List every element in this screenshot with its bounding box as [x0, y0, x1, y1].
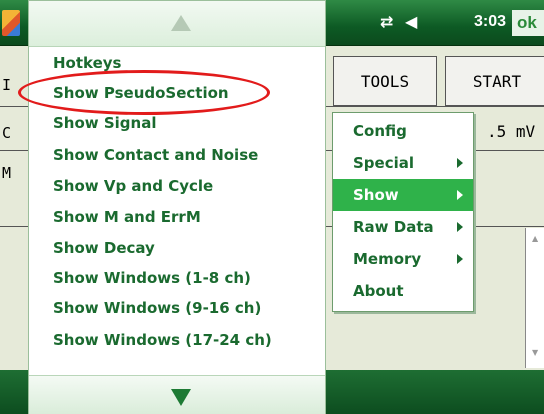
panel-scroll-up-icon[interactable]: ▲ [532, 234, 538, 243]
submenu-item-label: Config [353, 122, 407, 140]
panel-scroll-down-icon[interactable]: ▼ [532, 348, 538, 357]
submenu-item-label: Memory [353, 250, 422, 268]
chevron-right-icon [457, 190, 463, 200]
scroll-down-arrow-icon[interactable] [171, 389, 191, 406]
chevron-right-icon [457, 222, 463, 232]
submenu-item-label: Show [353, 186, 399, 204]
submenu-item-config[interactable]: Config [333, 115, 473, 147]
menu-item-show-decay[interactable]: Show Decay [53, 235, 155, 261]
submenu-item-memory[interactable]: Memory [333, 243, 473, 275]
show-menu: Hotkeys Show PseudoSection Show Signal S… [28, 0, 326, 414]
chevron-right-icon [457, 158, 463, 168]
scroll-up-arrow-icon[interactable] [171, 15, 191, 31]
left-label-2: C [2, 124, 12, 142]
clock[interactable]: 3:03 [474, 13, 506, 31]
scroll-panel[interactable] [525, 228, 544, 368]
ok-button[interactable]: ok [512, 10, 544, 36]
left-label-3: M [2, 164, 12, 182]
submenu-item-special[interactable]: Special [333, 147, 473, 179]
menu-item-show-contact-noise[interactable]: Show Contact and Noise [53, 142, 258, 168]
submenu-item-label: Raw Data [353, 218, 434, 236]
start-button[interactable]: START [445, 56, 544, 106]
sync-icon[interactable]: ⇄ [380, 12, 393, 31]
highlight-ellipse [18, 70, 270, 115]
submenu-item-show[interactable]: Show [333, 179, 473, 211]
chevron-right-icon [457, 254, 463, 264]
left-label-1: I [2, 76, 12, 94]
status-icons: ⇄ ◀ [380, 12, 423, 31]
submenu-item-about[interactable]: About [333, 275, 473, 307]
menu-item-show-windows-17-24[interactable]: Show Windows (17-24 ch) [53, 327, 272, 353]
volume-icon[interactable]: ◀ [405, 12, 417, 31]
menu-scroll-down[interactable] [29, 375, 325, 414]
menu-scroll-up[interactable] [29, 1, 325, 47]
tools-submenu: Config Special Show Raw Data Memory Abou… [332, 112, 474, 312]
submenu-item-label: About [353, 282, 404, 300]
menu-item-show-windows-9-16[interactable]: Show Windows (9-16 ch) [53, 295, 261, 321]
voltage-readout: .5 mV [487, 122, 536, 141]
submenu-item-label: Special [353, 154, 415, 172]
tools-button[interactable]: TOOLS [333, 56, 437, 106]
submenu-item-raw-data[interactable]: Raw Data [333, 211, 473, 243]
menu-item-show-m-errm[interactable]: Show M and ErrM [53, 204, 201, 230]
menu-item-show-windows-1-8[interactable]: Show Windows (1-8 ch) [53, 265, 251, 291]
windows-start-icon[interactable] [2, 10, 20, 36]
menu-item-show-vp-cycle[interactable]: Show Vp and Cycle [53, 173, 213, 199]
